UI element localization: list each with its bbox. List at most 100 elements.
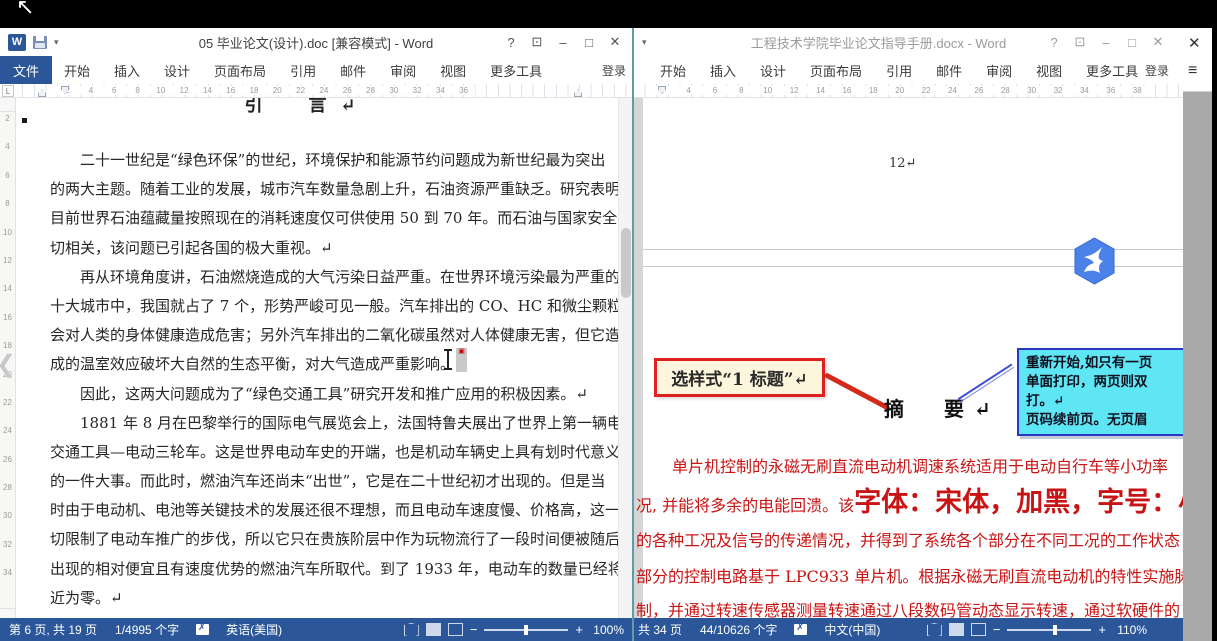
read-mode-button[interactable] [404, 623, 419, 636]
text-line: 十大城市中，我国就占了 7 个，形势严峻可见一般。汽车排出的 CO、HC 和微尘… [50, 292, 618, 321]
ruler-number: 16 [219, 86, 242, 95]
minimize-button[interactable]: – [550, 29, 576, 55]
help-button[interactable]: ? [498, 29, 524, 55]
close-button[interactable]: ✕ [1145, 29, 1171, 55]
ribbon-tab[interactable]: 开始 [52, 61, 102, 80]
scrollbar-thumb[interactable] [621, 228, 631, 298]
zoom-slider-thumb[interactable] [524, 625, 528, 635]
ruler-number: 28 [992, 86, 1018, 95]
zoom-percentage[interactable]: 110% [1113, 623, 1147, 637]
style-callout-box[interactable]: 选样式“1 标题”↵ [654, 358, 825, 397]
ribbon-tab[interactable]: 视图 [1024, 61, 1074, 80]
document-page[interactable]: 246810121416182022242628303234 引 言↵ 二十一世… [0, 98, 632, 618]
help-button[interactable]: ? [1041, 29, 1067, 55]
collapse-sidebar-chevron-icon[interactable]: ❮ [0, 350, 16, 379]
ruler-number: 22 [913, 86, 939, 95]
left-status-bar: 第 6 页, 共 19 页 1/4995 个字 英语(美国) − + 100% [0, 618, 632, 641]
ribbon-tab[interactable]: 插入 [698, 61, 748, 80]
section-heading: 引 言↵ [16, 98, 598, 117]
read-mode-button[interactable] [927, 623, 942, 636]
text-line: 因此，这两大问题成为了“绿色交通工具”研究开发和推广应用的积极因素。↵ [50, 380, 618, 409]
ruler-number: 20 [887, 86, 913, 95]
ribbon-tab[interactable]: 邮件 [924, 61, 974, 80]
zoom-out-button[interactable]: − [993, 622, 1001, 637]
page-indicator[interactable]: 共 34 页 [634, 621, 691, 638]
panel-close-icon[interactable]: ✕ [1188, 34, 1201, 52]
note-callout-box[interactable]: 重新开始,如只有一页单面打印，两页则双打。↵页码续前页。无页眉 [1017, 348, 1183, 436]
language-indicator[interactable]: 中文(中国) [815, 621, 889, 638]
ruler-number: 4 [0, 142, 15, 170]
thunder-download-icon[interactable] [1072, 237, 1117, 285]
proofing-status-icon[interactable] [196, 624, 209, 635]
ribbon-tab[interactable]: 设计 [152, 61, 202, 80]
web-layout-button[interactable] [971, 623, 986, 636]
word-count[interactable]: 44/10626 个字 [691, 621, 786, 638]
ribbon-tab[interactable]: 更多工具 [478, 61, 554, 80]
zoom-percentage[interactable]: 100% [590, 623, 624, 637]
ribbon-display-button[interactable]: ⊡ [524, 29, 550, 55]
ribbon-tab[interactable]: 引用 [278, 61, 328, 80]
minimize-button[interactable]: – [1093, 29, 1119, 55]
page-indicator[interactable]: 第 6 页, 共 19 页 [0, 621, 106, 638]
ribbon-display-button[interactable]: ⊡ [1067, 29, 1093, 55]
zoom-slider[interactable] [484, 629, 568, 631]
sign-in-link[interactable]: 登录 [602, 62, 626, 79]
sign-in-link[interactable]: 登录 [1145, 62, 1169, 79]
ruler-number: 26 [0, 455, 15, 483]
ruler-number: 12 [172, 86, 195, 95]
language-indicator[interactable]: 英语(美国) [217, 621, 291, 638]
document-page[interactable]: 12↵ 单片机控制的永磁无刷直流电动机调速系统适用于电动自行车等小功率 况, 并… [634, 98, 1183, 618]
style-callout-text: 选样式“1 标题”↵ [671, 365, 808, 390]
ribbon-tab[interactable]: 更多工具 [1074, 61, 1150, 80]
ribbon-tab[interactable]: 页面布局 [202, 61, 278, 80]
zoom-out-button[interactable]: − [470, 622, 478, 637]
zoom-in-button[interactable]: + [575, 622, 583, 637]
ruler-number: 12 [781, 86, 807, 95]
text-line: 目前世界石油蕴藏量按照现在的消耗速度仅可供使用 50 到 70 年。而石油与国家… [50, 204, 618, 233]
ribbon-tab[interactable]: 设计 [748, 61, 798, 80]
ruler-number: 22 [289, 86, 312, 95]
ribbon-tab[interactable]: 引用 [874, 61, 924, 80]
tab-selector-box[interactable]: L [2, 85, 14, 97]
tab-list: 开始插入设计页面布局引用邮件审阅视图更多工具 [634, 56, 1150, 84]
tab-file[interactable]: 文件 [0, 56, 52, 84]
ribbon-tab[interactable]: 审阅 [378, 61, 428, 80]
ruler-number: 30 [1018, 86, 1044, 95]
text-line: 交通工具—电动三轮车。这是世界电动车史的开端，也是机动车辆史上具有划时代意义 [50, 438, 618, 467]
print-layout-button[interactable] [426, 623, 441, 636]
vertical-scrollbar[interactable] [618, 98, 632, 618]
left-title-bar: W ▾ 05 毕业论文(设计).doc [兼容模式] - Word ? ⊡ – … [0, 28, 632, 56]
zoom-slider[interactable] [1007, 629, 1091, 631]
ruler-number: 34 [0, 568, 15, 596]
panel-menu-icon[interactable]: ≡ [1188, 62, 1197, 80]
text-line: 的两大主题。随着工业的发展，城市汽车数量急剧上升，石油资源严重缺乏。研究表明， [50, 175, 618, 204]
ruler-number: 24 [0, 426, 15, 454]
ruler-number: 24 [312, 86, 335, 95]
document-text-area: 12↵ 单片机控制的永磁无刷直流电动机调速系统适用于电动自行车等小功率 况, 并… [634, 98, 1183, 618]
ruler-number: 10 [755, 86, 781, 95]
maximize-button[interactable]: □ [1119, 29, 1145, 55]
mouse-cursor-arrow: ↖ [16, 0, 34, 20]
ribbon-tab[interactable]: 页面布局 [798, 61, 874, 80]
print-layout-button[interactable] [949, 623, 964, 636]
ruler-number: 12 [0, 256, 15, 284]
ruler-number: 14 [807, 86, 833, 95]
ruler-number: 16 [834, 86, 860, 95]
zoom-in-button[interactable]: + [1098, 622, 1106, 637]
web-layout-button[interactable] [448, 623, 463, 636]
red-text-line: 制，并通过转速传感器测量转速通过八段数码管动态显示转速，通过软硬件的 [636, 592, 1180, 618]
maximize-button[interactable]: □ [576, 29, 602, 55]
ruler-number: 30 [382, 86, 405, 95]
ribbon-tab[interactable]: 视图 [428, 61, 478, 80]
close-button[interactable]: ✕ [602, 29, 628, 55]
ribbon-tab[interactable]: 开始 [648, 61, 698, 80]
ruler-number: 14 [196, 86, 219, 95]
ribbon-tab[interactable]: 审阅 [974, 61, 1024, 80]
ribbon-tab[interactable]: 邮件 [328, 61, 378, 80]
word-count[interactable]: 1/4995 个字 [106, 621, 188, 638]
ruler-number: 32 [1045, 86, 1071, 95]
paragraph-lines: 二十一世纪是“绿色环保”的世纪，环境保护和能源节约问题成为新世纪最为突出的两大主… [50, 146, 618, 618]
zoom-slider-thumb[interactable] [1053, 625, 1057, 635]
proofing-status-icon[interactable] [794, 624, 807, 635]
ribbon-tab[interactable]: 插入 [102, 61, 152, 80]
